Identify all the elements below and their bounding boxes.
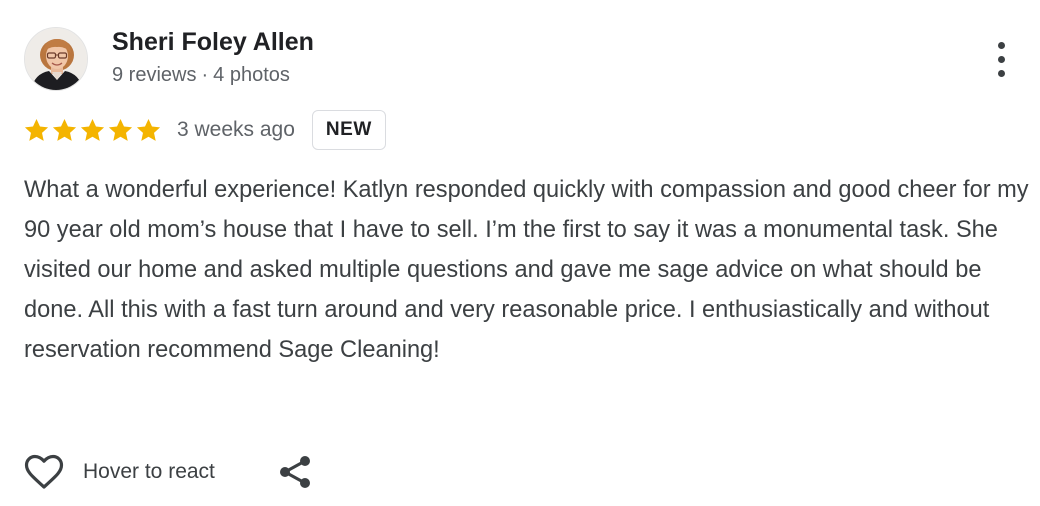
star-icon (80, 118, 105, 141)
star-icon (52, 118, 77, 141)
star-rating (23, 117, 163, 144)
react-label: Hover to react (83, 460, 215, 483)
share-icon (279, 456, 310, 488)
react-button[interactable]: Hover to react (24, 454, 215, 490)
heart-outline-icon (24, 454, 64, 489)
star-icon (136, 118, 161, 141)
review-actions: Hover to react (24, 452, 312, 492)
share-button[interactable] (278, 454, 312, 490)
star-icon (24, 118, 49, 141)
review-text: What a wonderful experience! Katlyn resp… (24, 177, 1029, 363)
new-badge: NEW (311, 110, 386, 150)
reviewer-avatar[interactable] (24, 27, 88, 91)
rating-row: 3 weeks ago NEW (23, 110, 386, 150)
reviewer-meta: 9 reviews · 4 photos (112, 64, 290, 87)
meta-separator: · (201, 64, 209, 86)
review-time: 3 weeks ago (177, 118, 295, 141)
reviews-count: 9 reviews (112, 64, 197, 86)
star-icon (108, 118, 133, 141)
photos-count: 4 photos (213, 64, 290, 86)
reviewer-name[interactable]: Sheri Foley Allen (112, 28, 314, 57)
review-card: Sheri Foley Allen 9 reviews · 4 photos 3 w… (0, 0, 1040, 506)
more-options-button[interactable] (986, 40, 1018, 80)
avatar-photo (25, 28, 87, 90)
